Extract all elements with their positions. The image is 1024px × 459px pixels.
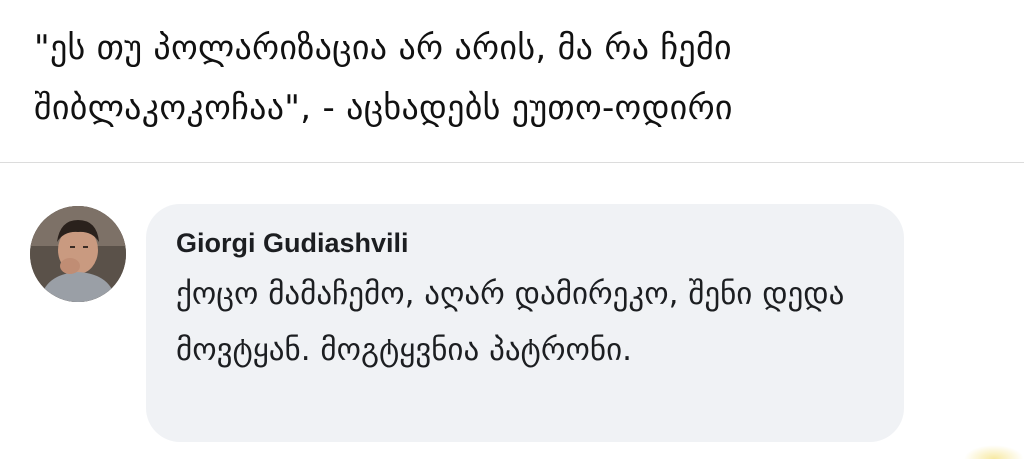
comment-author-name[interactable]: Giorgi Gudiashvili xyxy=(176,226,876,260)
decorative-glow xyxy=(964,445,1024,459)
comment-text: ქოცო მამაჩემო, აღარ დამირეკო, შენი დედა … xyxy=(176,276,845,368)
avatar[interactable] xyxy=(30,206,126,302)
page: "ეს თუ პოლარიზაცია არ არის, მა რა ჩემი შ… xyxy=(0,0,1024,459)
comment-bubble: Giorgi Gudiashvili ქოცო მამაჩემო, აღარ დ… xyxy=(146,204,904,442)
headline-text: "ეს თუ პოლარიზაცია არ არის, მა რა ჩემი შ… xyxy=(34,28,733,128)
avatar-photo-icon xyxy=(30,206,126,302)
divider xyxy=(0,162,1024,163)
